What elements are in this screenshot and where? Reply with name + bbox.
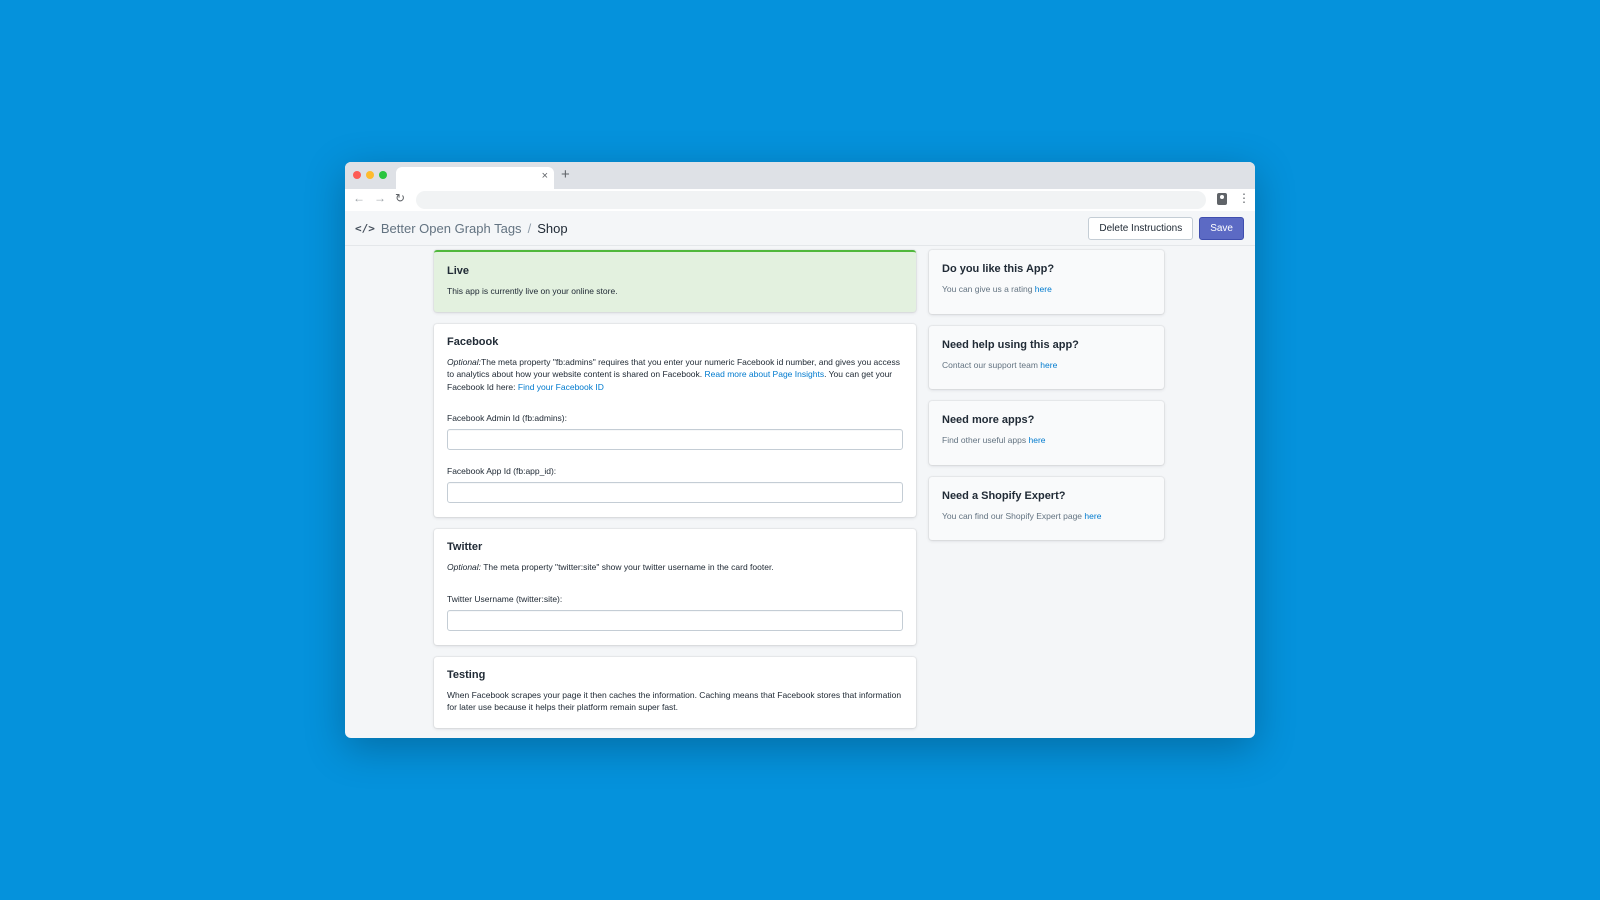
optional-label: Optional: bbox=[447, 562, 482, 572]
sidebar: Do you like this App? You can give us a … bbox=[929, 250, 1164, 552]
browser-toolbar: ← → ↻ ⋮ bbox=[345, 189, 1255, 211]
code-icon: </> bbox=[355, 221, 375, 235]
browser-window: × + ← → ↻ ⋮ </> Better Open Graph Tags /… bbox=[345, 162, 1255, 738]
sidebar-card-text: Find other useful apps here bbox=[942, 434, 1151, 447]
facebook-admin-id-input[interactable] bbox=[447, 429, 903, 450]
delete-instructions-button[interactable]: Delete Instructions bbox=[1088, 217, 1194, 240]
sidebar-card-text: Contact our support team here bbox=[942, 359, 1151, 372]
sidebar-card-support: Need help using this app? Contact our su… bbox=[929, 325, 1164, 389]
back-arrow-icon[interactable]: ← bbox=[353, 191, 365, 205]
twitter-card: Twitter Optional: The meta property "twi… bbox=[434, 529, 916, 645]
testing-description: When Facebook scrapes your page it then … bbox=[447, 689, 902, 713]
forward-arrow-icon[interactable]: → bbox=[374, 191, 386, 205]
testing-card: Testing When Facebook scrapes your page … bbox=[434, 656, 916, 728]
facebook-app-id-label: Facebook App Id (fb:app_id): bbox=[447, 466, 557, 476]
twitter-username-input[interactable] bbox=[447, 609, 903, 631]
sidebar-card-more-apps: Need more apps? Find other useful apps h… bbox=[929, 401, 1164, 465]
breadcrumb-app-link[interactable]: Better Open Graph Tags bbox=[381, 221, 522, 236]
tab-strip: × + bbox=[345, 162, 1255, 189]
twitter-title: Twitter bbox=[447, 541, 483, 553]
sidebar-card-text-body: You can find our Shopify Expert page bbox=[942, 510, 1085, 521]
shopify-expert-link[interactable]: here bbox=[1084, 511, 1101, 521]
live-title: Live bbox=[447, 265, 470, 277]
testing-title: Testing bbox=[447, 668, 486, 681]
header-actions: Delete Instructions Save bbox=[1088, 217, 1244, 240]
sidebar-card-title: Need more apps? bbox=[942, 414, 1035, 426]
sidebar-card-text-body: Contact our support team bbox=[942, 359, 1041, 370]
sidebar-card-expert: Need a Shopify Expert? You can find our … bbox=[929, 476, 1164, 540]
read-more-page-insights-link[interactable]: Read more about Page Insights bbox=[705, 369, 825, 379]
sidebar-card-text: You can give us a rating here bbox=[942, 283, 1151, 296]
optional-label: Optional: bbox=[447, 356, 482, 367]
facebook-card: Facebook Optional:The meta property "fb:… bbox=[434, 323, 916, 517]
app-header: </> Better Open Graph Tags / Shop Delete… bbox=[345, 211, 1255, 246]
sidebar-card-title: Need a Shopify Expert? bbox=[942, 489, 1066, 502]
breadcrumb-current: Shop bbox=[537, 220, 568, 236]
facebook-description: Optional:The meta property "fb:admins" r… bbox=[447, 356, 903, 394]
live-text: This app is currently live on your onlin… bbox=[447, 286, 618, 296]
sidebar-card-title: Need help using this app? bbox=[942, 338, 1079, 351]
reload-icon[interactable]: ↻ bbox=[395, 191, 405, 205]
rating-link[interactable]: here bbox=[1035, 284, 1052, 294]
new-tab-icon[interactable]: + bbox=[561, 166, 570, 183]
sidebar-card-text-body: You can give us a rating bbox=[942, 284, 1035, 294]
window-controls bbox=[353, 171, 387, 179]
facebook-admin-id-label: Facebook Admin Id (fb:admins): bbox=[447, 413, 568, 423]
sidebar-card-title: Do you like this App? bbox=[942, 263, 1055, 275]
sidebar-card-rating: Do you like this App? You can give us a … bbox=[929, 250, 1164, 314]
close-window-button[interactable] bbox=[353, 171, 361, 179]
twitter-description: Optional: The meta property "twitter:sit… bbox=[447, 561, 903, 574]
more-apps-link[interactable]: here bbox=[1028, 435, 1045, 445]
facebook-title: Facebook bbox=[447, 335, 499, 348]
live-status-banner: Live This app is currently live on your … bbox=[434, 250, 916, 312]
address-bar[interactable] bbox=[416, 191, 1206, 209]
close-tab-icon[interactable]: × bbox=[542, 170, 548, 182]
browser-menu-icon[interactable]: ⋮ bbox=[1238, 191, 1250, 205]
twitter-description-text: The meta property "twitter:site" show yo… bbox=[481, 562, 774, 572]
profile-badge-icon[interactable] bbox=[1217, 193, 1227, 205]
minimize-window-button[interactable] bbox=[366, 171, 374, 179]
facebook-app-id-input[interactable] bbox=[447, 482, 903, 503]
sidebar-card-text: You can find our Shopify Expert page her… bbox=[942, 510, 1151, 523]
browser-tab[interactable]: × bbox=[396, 167, 554, 189]
twitter-username-label: Twitter Username (twitter:site): bbox=[447, 593, 563, 604]
save-button[interactable]: Save bbox=[1199, 217, 1244, 240]
find-facebook-id-link[interactable]: Find your Facebook ID bbox=[518, 382, 604, 392]
maximize-window-button[interactable] bbox=[379, 171, 387, 179]
breadcrumb-separator: / bbox=[527, 220, 532, 236]
sidebar-card-text-body: Find other useful apps bbox=[942, 435, 1029, 445]
support-link[interactable]: here bbox=[1040, 360, 1057, 370]
main-column: Live This app is currently live on your … bbox=[434, 250, 916, 738]
page-content: Live This app is currently live on your … bbox=[345, 246, 1255, 738]
